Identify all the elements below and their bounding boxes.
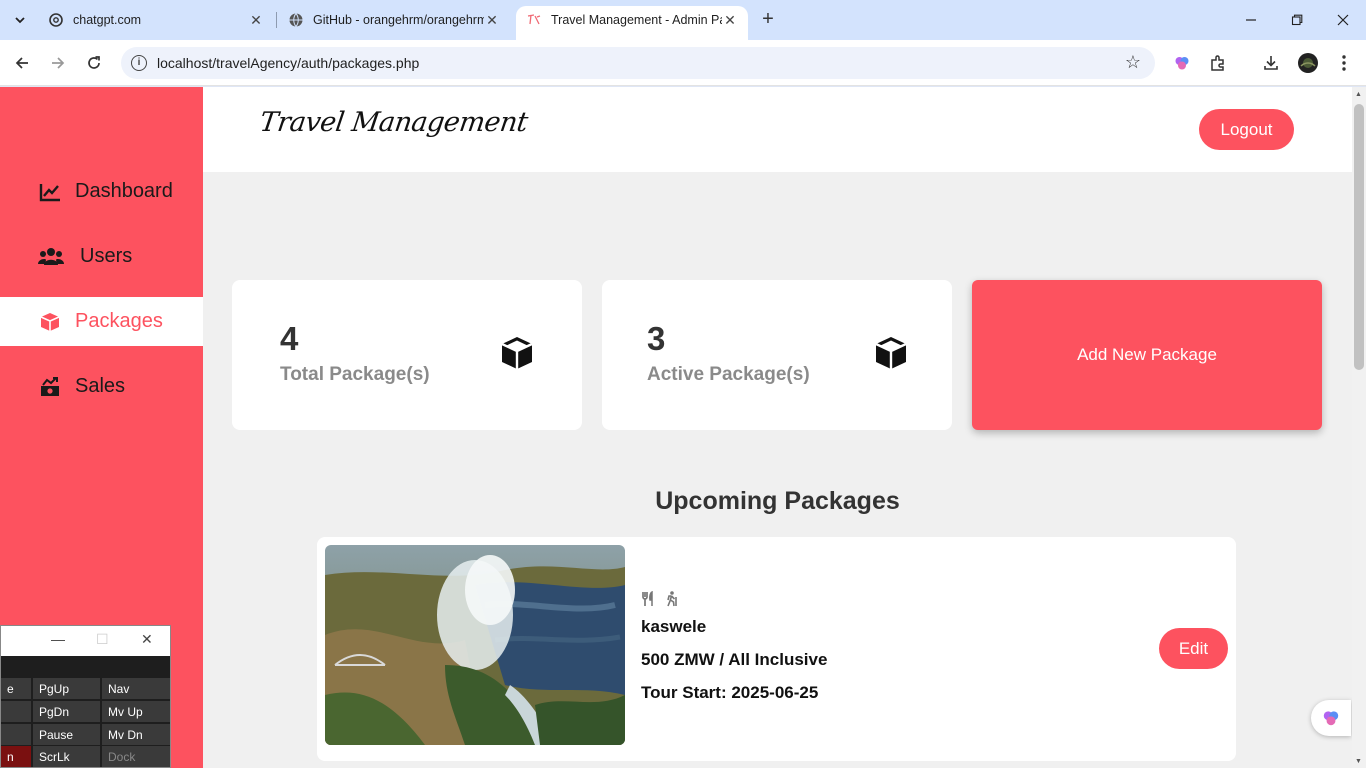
sidebar-item-users[interactable]: Users (0, 232, 203, 281)
travel-logo-icon (526, 12, 542, 28)
logout-button[interactable]: Logout (1199, 109, 1294, 150)
on-screen-keyboard-window: — ☐ ✕ e PgUp Nav PgDn Mv Up Pause Mv Dn … (0, 625, 171, 768)
utensils-icon (641, 590, 655, 611)
stat-value: 3 (647, 320, 666, 357)
arrow-left-icon (15, 57, 28, 69)
openai-logo-icon (48, 12, 64, 28)
chevron-down-icon (15, 17, 25, 24)
new-tab-button[interactable]: + (756, 8, 780, 32)
back-button[interactable] (10, 51, 34, 75)
tab-divider (276, 12, 277, 28)
restore-icon (1291, 14, 1303, 26)
minimize-button[interactable] (1228, 0, 1274, 40)
edit-package-button[interactable]: Edit (1159, 628, 1228, 669)
osk-key-scrlk[interactable]: ScrLk (33, 746, 100, 767)
tab-travel-management[interactable]: Travel Management - Admin Pa ✕ (516, 6, 748, 40)
osk-key-pgdn[interactable]: PgDn (33, 701, 100, 722)
upcoming-packages-heading: Upcoming Packages (655, 487, 900, 515)
download-icon[interactable] (1260, 52, 1282, 74)
extensions-icon[interactable] (1207, 52, 1229, 74)
sidebar-item-dashboard[interactable]: Dashboard (0, 167, 203, 216)
sales-icon (38, 376, 62, 398)
bookmark-star-icon[interactable]: ☆ (1125, 52, 1141, 73)
arrow-right-icon (52, 57, 65, 69)
stat-label: Total Package(s) (280, 364, 430, 385)
close-tab-icon[interactable]: ✕ (722, 12, 738, 29)
osk-key-mv-up[interactable]: Mv Up (102, 701, 170, 722)
close-icon[interactable]: ✕ (141, 631, 153, 648)
sidebar-item-label: Sales (75, 375, 126, 397)
osk-key[interactable] (1, 701, 31, 722)
scroll-down-arrow-icon[interactable]: ▼ (1355, 758, 1362, 765)
package-start-date: Tour Start: 2025-06-25 (641, 683, 819, 702)
stat-card-total-packages: 4 Total Package(s) (232, 280, 582, 430)
box-icon (873, 335, 909, 371)
reload-button[interactable] (82, 51, 106, 75)
box-icon (38, 311, 62, 333)
chart-line-icon (38, 181, 62, 203)
site-info-icon[interactable]: i (131, 55, 147, 71)
browser-menu-icon[interactable] (1333, 52, 1355, 74)
url-text[interactable]: localhost/travelAgency/auth/packages.php (157, 55, 419, 71)
osk-key[interactable]: n (1, 746, 31, 767)
restore-button[interactable] (1274, 0, 1320, 40)
close-tab-icon[interactable]: ✕ (248, 12, 264, 29)
osk-key-pause[interactable]: Pause (33, 724, 100, 745)
tab-search-button[interactable] (8, 8, 32, 32)
ai-extension-icon (1323, 711, 1339, 726)
sidebar-item-label: Packages (75, 310, 163, 332)
profile-avatar[interactable] (1297, 52, 1319, 74)
ai-extension-icon[interactable] (1171, 52, 1193, 74)
address-bar[interactable]: i localhost/travelAgency/auth/packages.p… (121, 47, 1155, 79)
package-amenities (641, 590, 679, 611)
add-new-package-button[interactable]: Add New Package (972, 280, 1322, 430)
scrollbar-thumb[interactable] (1354, 104, 1364, 370)
minimize-icon[interactable]: — (51, 631, 65, 647)
forward-button[interactable] (46, 51, 70, 75)
brand-logo[interactable]: Travel Management (258, 107, 530, 138)
browser-toolbar: i localhost/travelAgency/auth/packages.p… (0, 40, 1366, 86)
box-icon (499, 335, 535, 371)
close-icon (1337, 14, 1349, 26)
package-price: 500 ZMW / All Inclusive (641, 650, 828, 669)
tab-title: GitHub - orangehrm/orangehrm (313, 13, 484, 27)
package-name: kaswele (641, 617, 707, 636)
sidebar-item-sales[interactable]: Sales (0, 362, 203, 411)
page-content: Dashboard Users Packages Sales Travel Ma… (0, 87, 1352, 768)
globe-icon (288, 12, 304, 28)
close-window-button[interactable] (1320, 0, 1366, 40)
ai-assistant-floating-button[interactable] (1311, 700, 1351, 736)
stat-label: Active Package(s) (647, 364, 810, 385)
tab-github[interactable]: GitHub - orangehrm/orangehrm ✕ (278, 6, 510, 34)
scroll-up-arrow-icon[interactable]: ▲ (1355, 91, 1362, 98)
package-image (325, 545, 625, 745)
close-tab-icon[interactable]: ✕ (484, 12, 500, 29)
stat-card-active-packages: 3 Active Package(s) (602, 280, 952, 430)
tab-chatgpt[interactable]: chatgpt.com ✕ (38, 6, 274, 34)
users-icon (38, 246, 64, 268)
tab-title: chatgpt.com (73, 13, 142, 27)
osk-title-bar: — ☐ ✕ (1, 626, 170, 656)
reload-icon (88, 56, 100, 69)
sidebar-item-packages[interactable]: Packages (0, 297, 203, 346)
sidebar-item-label: Dashboard (75, 180, 173, 202)
osk-key-dock[interactable]: Dock (102, 746, 170, 767)
top-header: Travel Management Logout (203, 87, 1352, 172)
osk-key-pgup[interactable]: PgUp (33, 678, 100, 699)
maximize-icon[interactable]: ☐ (96, 631, 109, 648)
minimize-icon (1246, 19, 1256, 21)
osk-key[interactable]: e (1, 678, 31, 699)
tab-title: Travel Management - Admin Pa (551, 13, 722, 27)
osk-key-nav[interactable]: Nav (102, 678, 170, 699)
package-card: kaswele 500 ZMW / All Inclusive Tour Sta… (317, 537, 1236, 761)
page-scrollbar[interactable]: ▲ ▼ (1352, 87, 1366, 768)
sidebar-item-label: Users (80, 245, 133, 267)
browser-tab-bar: chatgpt.com ✕ GitHub - orangehrm/orangeh… (0, 0, 1366, 40)
stat-value: 4 (280, 320, 299, 357)
hiking-icon (665, 591, 679, 611)
osk-key[interactable] (1, 724, 31, 745)
osk-key-mv-dn[interactable]: Mv Dn (102, 724, 170, 745)
